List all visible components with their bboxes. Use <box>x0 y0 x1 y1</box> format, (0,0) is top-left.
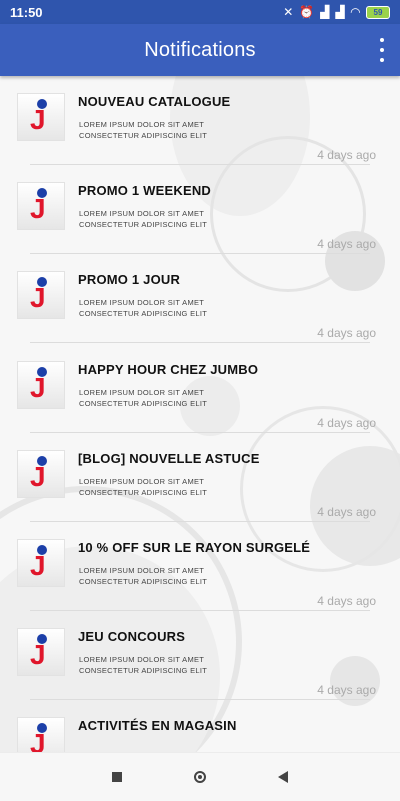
status-bar: 11:50 ✕ ⏰ ▟ ▟ ◠ 59 <box>0 0 400 24</box>
wifi-icon: ◠ <box>350 5 360 19</box>
logo-letter: J <box>30 728 46 753</box>
home-icon[interactable] <box>190 767 210 787</box>
logo-letter: J <box>30 282 46 313</box>
status-icons: ✕ ⏰ ▟ ▟ ◠ 59 <box>283 5 390 19</box>
more-vert-icon[interactable] <box>376 38 388 62</box>
list-item[interactable]: J NOUVEAU CATALOGUE LOREM IPSUM DOLOR SI… <box>0 76 400 165</box>
back-icon[interactable] <box>273 767 293 787</box>
notification-body: LOREM IPSUM DOLOR SIT AMET CONSECTETUR A… <box>79 388 208 408</box>
notification-title: PROMO 1 JOUR <box>78 272 181 287</box>
mute-icon: ✕ <box>283 5 294 19</box>
logo-letter: J <box>30 550 46 581</box>
jumbo-logo-icon: J <box>17 450 65 498</box>
logo-letter: J <box>30 639 46 670</box>
logo-letter: J <box>30 193 46 224</box>
notification-time: 4 days ago <box>317 683 376 697</box>
notification-body: LOREM IPSUM DOLOR SIT AMET CONSECTETUR A… <box>79 477 208 497</box>
notification-time: 4 days ago <box>317 148 376 162</box>
jumbo-logo-icon: J <box>17 271 65 319</box>
notification-title: HAPPY HOUR CHEZ JUMBO <box>78 362 259 377</box>
list-item[interactable]: J 10 % OFF SUR LE RAYON SURGELÉ LOREM IP… <box>0 522 400 611</box>
notification-title: NOUVEAU CATALOGUE <box>78 94 231 109</box>
notification-time: 4 days ago <box>317 326 376 340</box>
notification-time: 4 days ago <box>317 237 376 251</box>
list-item[interactable]: J ACTIVITÉS EN MAGASIN <box>0 700 400 752</box>
notification-title: ACTIVITÉS EN MAGASIN <box>78 718 237 733</box>
jumbo-logo-icon: J <box>17 628 65 676</box>
divider <box>30 342 370 343</box>
notification-body: LOREM IPSUM DOLOR SIT AMET CONSECTETUR A… <box>79 298 208 318</box>
alarm-icon: ⏰ <box>299 5 315 19</box>
jumbo-logo-icon: J <box>17 539 65 587</box>
notification-list: J NOUVEAU CATALOGUE LOREM IPSUM DOLOR SI… <box>0 76 400 752</box>
logo-letter: J <box>30 461 46 492</box>
notification-title: JEU CONCOURS <box>78 629 186 644</box>
notification-body: LOREM IPSUM DOLOR SIT AMET CONSECTETUR A… <box>79 566 208 586</box>
signal-icon: ▟ <box>320 5 330 19</box>
notification-time: 4 days ago <box>317 505 376 519</box>
notification-body: LOREM IPSUM DOLOR SIT AMET CONSECTETUR A… <box>79 120 208 140</box>
logo-letter: J <box>30 104 46 135</box>
list-item[interactable]: J PROMO 1 JOUR LOREM IPSUM DOLOR SIT AME… <box>0 254 400 343</box>
list-item[interactable]: J PROMO 1 WEEKEND LOREM IPSUM DOLOR SIT … <box>0 165 400 254</box>
battery-icon: 59 <box>366 5 390 19</box>
notification-title: PROMO 1 WEEKEND <box>78 183 212 198</box>
app-bar: Notifications <box>0 24 400 76</box>
logo-letter: J <box>30 372 46 403</box>
battery-level: 59 <box>373 7 383 17</box>
notification-body: LOREM IPSUM DOLOR SIT AMET CONSECTETUR A… <box>79 209 208 229</box>
notification-body: LOREM IPSUM DOLOR SIT AMET CONSECTETUR A… <box>79 655 208 675</box>
status-time: 11:50 <box>10 4 43 20</box>
notification-title: 10 % OFF SUR LE RAYON SURGELÉ <box>78 540 311 555</box>
list-item[interactable]: J [BLOG] NOUVELLE ASTUCE LOREM IPSUM DOL… <box>0 433 400 522</box>
notification-title: [BLOG] NOUVELLE ASTUCE <box>78 451 260 466</box>
signal-icon: ▟ <box>335 5 345 19</box>
list-item[interactable]: J JEU CONCOURS LOREM IPSUM DOLOR SIT AME… <box>0 611 400 700</box>
list-item[interactable]: J HAPPY HOUR CHEZ JUMBO LOREM IPSUM DOLO… <box>0 344 400 433</box>
jumbo-logo-icon: J <box>17 182 65 230</box>
system-nav-bar <box>0 752 400 801</box>
jumbo-logo-icon: J <box>17 93 65 141</box>
jumbo-logo-icon: J <box>17 361 65 409</box>
notification-time: 4 days ago <box>317 416 376 430</box>
page-title: Notifications <box>144 38 256 61</box>
notification-time: 4 days ago <box>317 594 376 608</box>
recent-apps-icon[interactable] <box>107 767 127 787</box>
jumbo-logo-icon: J <box>17 717 65 752</box>
